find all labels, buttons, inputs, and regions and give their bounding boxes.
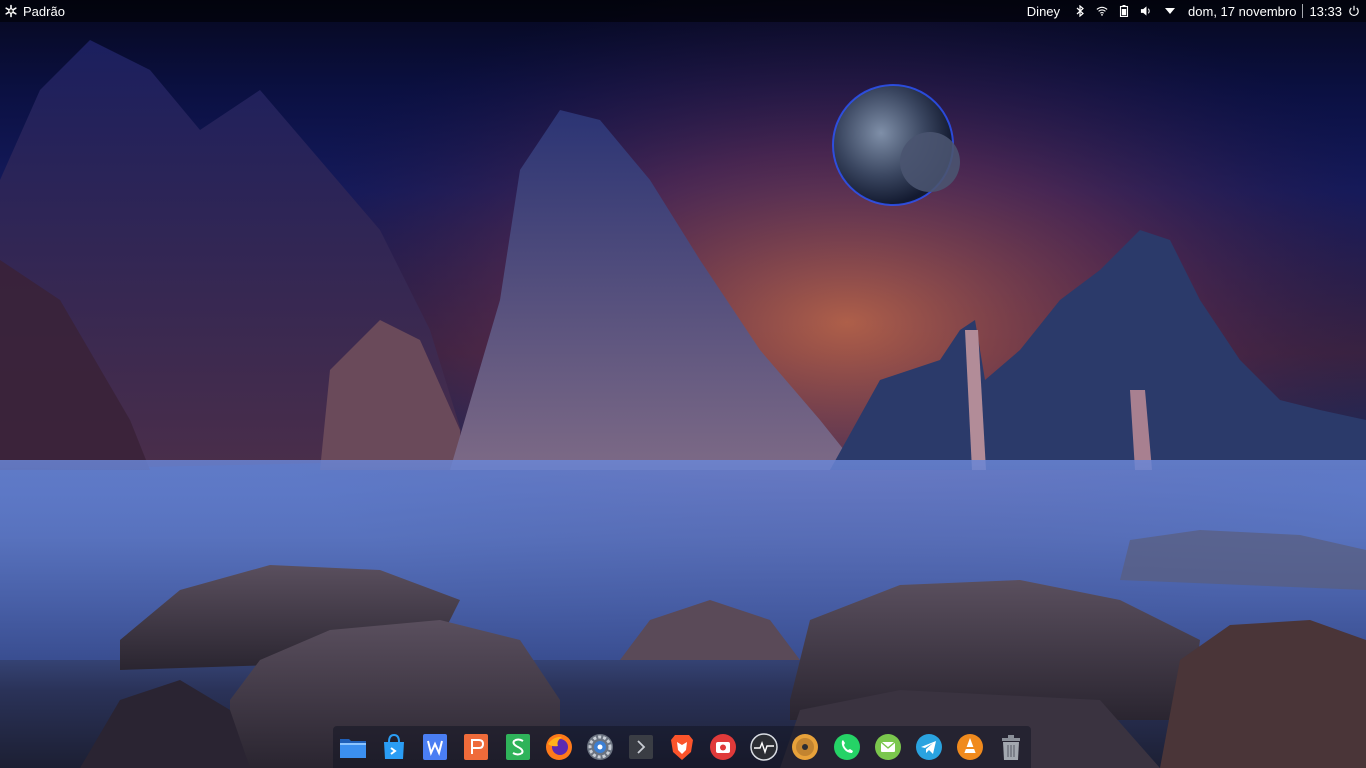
date-label[interactable]: dom, 17 novembro xyxy=(1188,4,1296,19)
spreadsheet-icon xyxy=(505,734,530,760)
volume-icon[interactable] xyxy=(1140,5,1152,17)
dock-item-wps-spreadsheets[interactable] xyxy=(502,731,534,763)
clock-label[interactable]: 13:33 xyxy=(1309,4,1342,19)
panel-separator xyxy=(1302,4,1304,18)
dock-item-system-monitor[interactable] xyxy=(748,731,780,763)
wifi-icon[interactable] xyxy=(1096,5,1108,17)
disc-icon xyxy=(792,734,819,760)
monitor-icon xyxy=(750,733,778,761)
brave-icon xyxy=(671,735,693,760)
power-icon[interactable] xyxy=(1348,5,1360,17)
dock-item-terminal[interactable] xyxy=(625,731,657,763)
dock-item-settings[interactable] xyxy=(584,731,616,763)
terminal-icon xyxy=(628,735,653,759)
mail-icon xyxy=(874,734,901,760)
dock-item-trash[interactable] xyxy=(995,731,1027,763)
workspace-label[interactable]: Padrão xyxy=(23,4,65,19)
dock-item-firefox[interactable] xyxy=(543,731,575,763)
battery-icon[interactable] xyxy=(1118,5,1130,17)
wallpaper xyxy=(0,0,1366,768)
dock-item-media-player[interactable] xyxy=(789,731,821,763)
trash-icon xyxy=(1002,735,1020,760)
menu-icon[interactable] xyxy=(4,4,18,18)
desktop[interactable]: Padrão Diney dom, 17 novembro 13:33 xyxy=(0,0,1366,768)
user-name[interactable]: Diney xyxy=(1027,4,1060,19)
telegram-icon xyxy=(915,734,942,760)
presentation-icon xyxy=(464,734,489,760)
dock-item-vlc[interactable] xyxy=(954,731,986,763)
whatsapp-icon xyxy=(833,734,860,760)
dock-item-telegram[interactable] xyxy=(913,731,945,763)
writer-icon xyxy=(423,734,448,760)
dock-item-wps-presentation[interactable] xyxy=(460,731,492,763)
folder-icon xyxy=(340,739,366,758)
dock-item-app-store[interactable] xyxy=(378,731,410,763)
firefox-icon xyxy=(545,734,572,760)
workspace-switcher[interactable]: Padrão xyxy=(0,0,65,22)
dropdown-arrow-icon[interactable] xyxy=(1164,5,1176,17)
bluetooth-icon[interactable] xyxy=(1074,5,1086,17)
camera-icon xyxy=(710,734,737,760)
store-icon xyxy=(384,733,405,759)
dock xyxy=(333,726,1031,768)
top-panel: Padrão Diney dom, 17 novembro 13:33 xyxy=(0,0,1366,22)
vlc-icon xyxy=(956,734,983,760)
dock-item-brave[interactable] xyxy=(666,731,698,763)
dock-item-screenshot[interactable] xyxy=(707,731,739,763)
settings-icon xyxy=(586,734,613,760)
dock-item-email-client[interactable] xyxy=(872,731,904,763)
dock-item-wps-writer[interactable] xyxy=(419,731,451,763)
dock-item-whatsapp[interactable] xyxy=(831,731,863,763)
dock-item-file-manager[interactable] xyxy=(337,731,369,763)
system-tray: Diney dom, 17 novembro 13:33 xyxy=(1017,0,1366,22)
